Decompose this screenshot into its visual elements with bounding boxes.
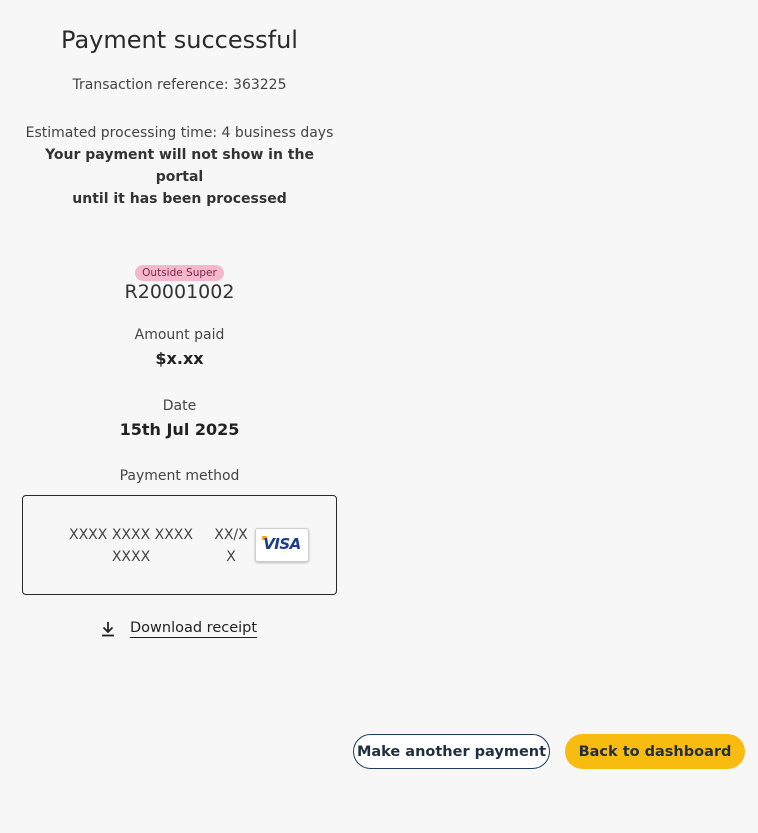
card-number: XXXX XXXX XXXX XXXX	[61, 524, 201, 568]
card-expiry-line2: X	[226, 549, 236, 565]
download-receipt-label: Download receipt	[130, 620, 258, 638]
card-expiry-line1: XX/X	[214, 527, 248, 543]
account-number: R20001002	[124, 281, 235, 303]
amount-value: $x.xx	[155, 349, 204, 368]
transaction-reference: Transaction reference: 363225	[72, 77, 287, 93]
date-label: Date	[162, 398, 197, 414]
page-title: Payment successful	[61, 26, 298, 54]
processing-estimate: Estimated processing time: 4 business da…	[25, 125, 334, 141]
processing-info: Estimated processing time: 4 business da…	[22, 122, 337, 210]
processing-notice-line1: Your payment will not show in the portal	[45, 147, 314, 185]
download-icon	[102, 622, 114, 637]
account-type-badge-wrap: Outside Super	[22, 261, 337, 281]
date-value: 15th Jul 2025	[119, 420, 240, 439]
processing-notice-line2: until it has been processed	[72, 191, 287, 207]
download-receipt-link[interactable]: Download receipt	[100, 618, 258, 640]
amount-label: Amount paid	[134, 327, 225, 343]
back-to-dashboard-button[interactable]: Back to dashboard	[565, 734, 745, 769]
visa-card-icon: VISA	[255, 528, 309, 562]
visa-brand-label: VISA	[263, 535, 301, 553]
payment-method-card: XXXX XXXX XXXX XXXX XX/X X VISA	[22, 495, 337, 595]
card-expiry: XX/X X	[211, 524, 251, 568]
payment-method-label: Payment method	[119, 468, 240, 484]
make-another-payment-button[interactable]: Make another payment	[353, 734, 550, 769]
card-number-line2: XXXX	[111, 549, 151, 565]
card-number-line1: XXXX XXXX XXXX	[69, 527, 193, 543]
account-type-badge: Outside Super	[135, 265, 224, 281]
